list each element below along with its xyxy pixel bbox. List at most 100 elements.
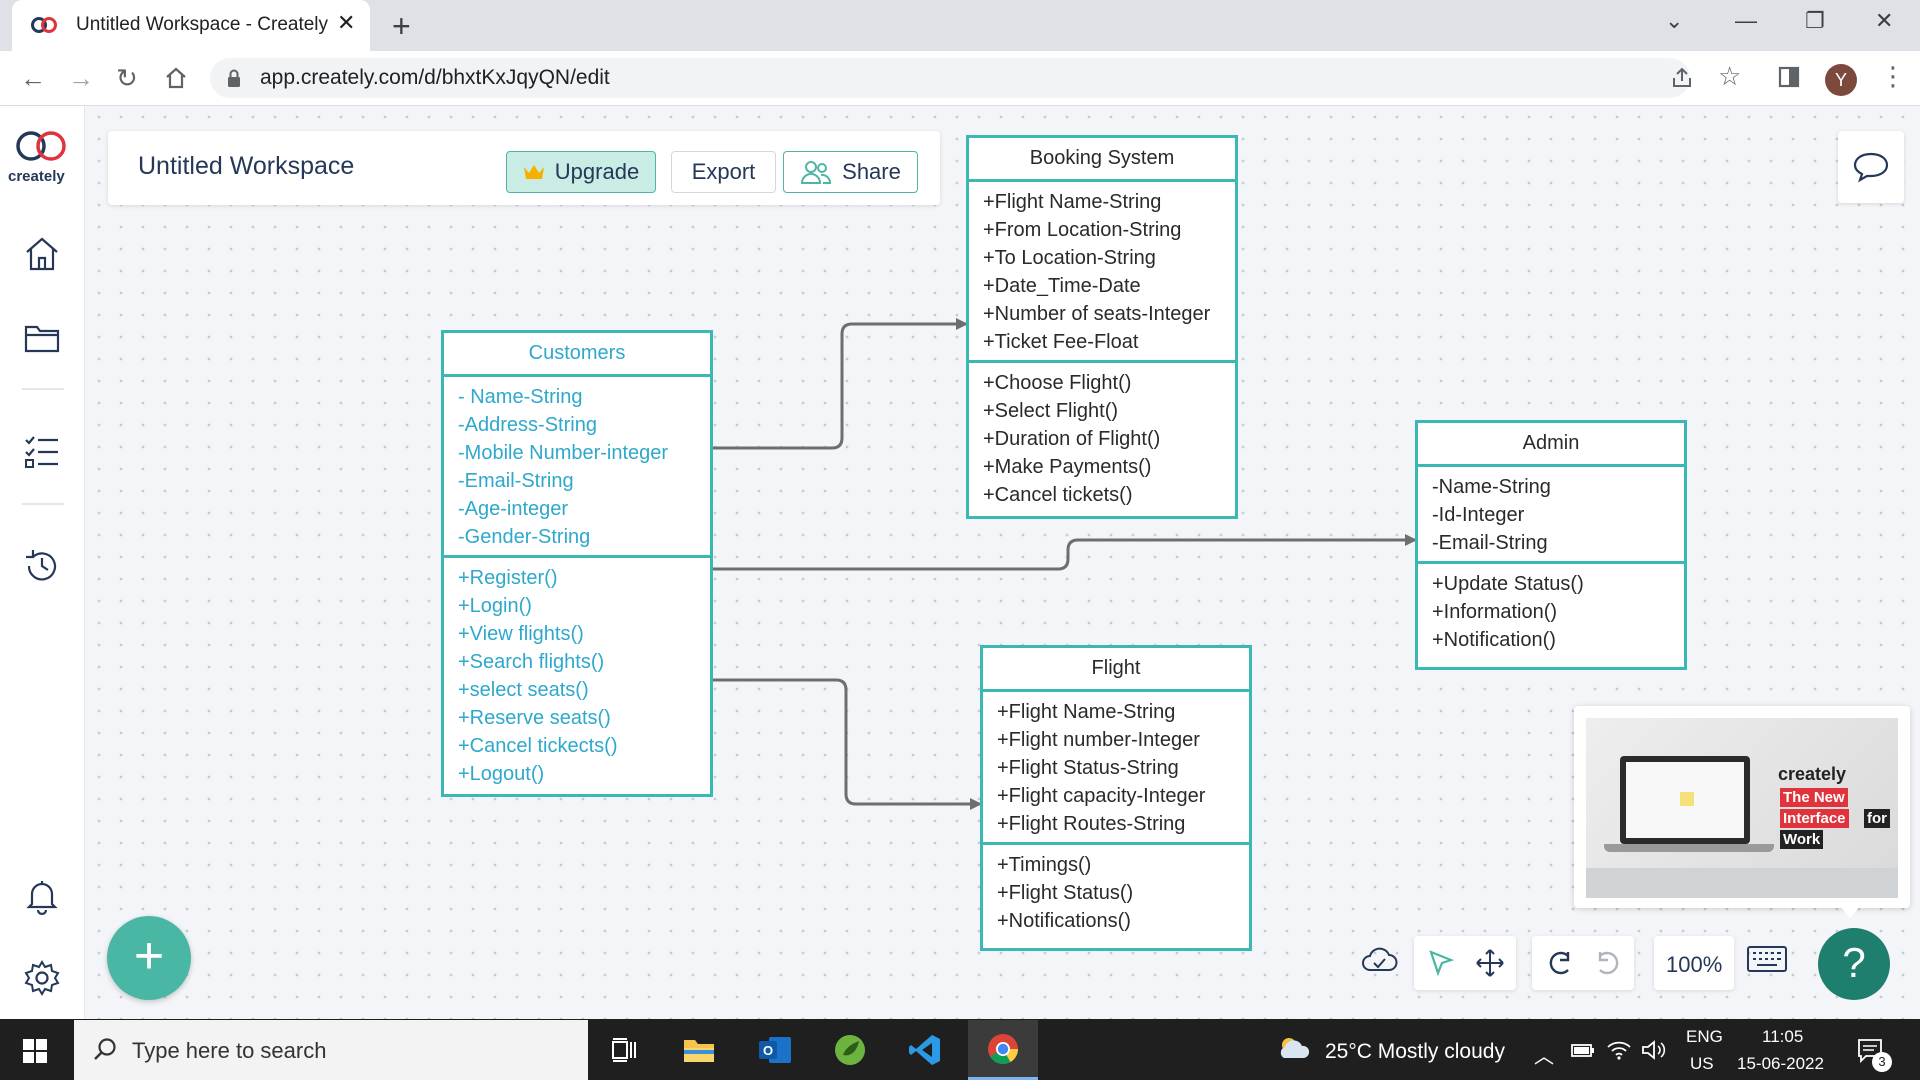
share-page-icon[interactable] [1670,66,1694,90]
search-placeholder: Type here to search [132,1038,327,1063]
attribute-row: +Flight capacity-Integer [997,785,1206,807]
connector-customers-flight [712,678,982,810]
restore-icon[interactable]: ❐ [1805,8,1825,34]
outlook-icon[interactable]: O [745,1020,805,1080]
export-button[interactable]: Export [671,151,776,193]
zoom-control[interactable]: 100% [1654,936,1734,990]
language-bottom[interactable]: US [1690,1054,1714,1074]
vscode-icon[interactable] [895,1020,955,1080]
add-shape-button[interactable]: + [107,916,191,1000]
history-tools [1532,936,1634,990]
tray-chevron-icon[interactable]: ︿ [1534,1040,1554,1069]
clock-time[interactable]: 11:05 [1762,1027,1803,1047]
taskbar-search-box[interactable]: Type here to search [74,1020,588,1080]
uml-class-customers[interactable]: Customers - Name-String -Address-String … [441,330,713,797]
sidebar-divider [22,388,64,390]
attribute-row: +Flight Status-String [997,757,1179,779]
promo-line: Interface [1780,809,1849,828]
attribute-row: -Address-String [458,414,597,436]
weather-cloud-icon[interactable] [1276,1034,1312,1060]
volume-icon[interactable] [1640,1039,1666,1061]
share-button[interactable]: Share [783,151,918,193]
method-row: +Duration of Flight() [983,428,1161,450]
side-panel-icon[interactable] [1778,66,1800,88]
uml-class-flight[interactable]: Flight +Flight Name-String +Flight numbe… [980,645,1252,951]
browser-tab[interactable]: Untitled Workspace - Creately ✕ [12,0,370,51]
notification-bell-icon[interactable] [22,876,62,916]
selection-tools [1414,936,1516,990]
crown-icon [523,165,544,179]
browser-menu-icon[interactable]: ⋮ [1880,61,1906,92]
spring-tool-icon[interactable] [820,1020,880,1080]
forward-icon[interactable]: → [68,63,94,94]
class-name: Booking System [969,138,1235,182]
move-pan-icon[interactable] [1474,947,1506,979]
sidebar-divider [22,503,64,505]
chrome-taskbar-icon[interactable] [968,1020,1038,1080]
new-tab-icon[interactable]: + [392,8,411,45]
attribute-row: +Flight Name-String [997,701,1176,723]
attribute-row: -Gender-String [458,526,591,548]
history-icon[interactable] [22,546,62,586]
users-icon [801,161,832,184]
window-close-icon[interactable]: ✕ [1875,8,1893,34]
undo-icon[interactable] [1546,950,1576,976]
method-row: +Search flights() [458,651,605,673]
back-icon[interactable]: ← [20,63,46,94]
keyboard-shortcuts-icon[interactable] [1746,944,1788,974]
weather-text[interactable]: 25°C Mostly cloudy [1325,1040,1505,1064]
attribute-row: -Mobile Number-integer [458,442,669,464]
method-row: +Make Payments() [983,456,1152,478]
creately-logo-icon[interactable] [9,126,73,166]
attribute-row: +Ticket Fee-Float [983,331,1139,353]
uml-class-booking-system[interactable]: Booking System +Flight Name-String +From… [966,135,1238,519]
file-explorer-icon[interactable] [669,1020,729,1080]
url-text: app.creately.com/d/bhxtKxJqyQN/edit [260,66,610,89]
task-view-icon[interactable] [594,1020,654,1080]
method-row: +Cancel tickets() [983,484,1133,506]
home-icon[interactable] [164,66,188,90]
comments-button[interactable] [1838,131,1904,203]
wifi-icon[interactable] [1606,1039,1632,1061]
method-row: +Logout() [458,763,545,785]
folder-icon[interactable] [22,318,62,358]
address-bar[interactable]: app.creately.com/d/bhxtKxJqyQN/edit [210,58,1690,98]
attribute-row: +Number of seats-Integer [983,303,1211,325]
bookmark-star-icon[interactable]: ☆ [1718,61,1741,92]
method-row: +Notification() [1432,629,1556,651]
windows-start-icon[interactable] [22,1038,48,1064]
promo-card[interactable]: creately The New Interface for Work [1574,706,1910,908]
help-button[interactable]: ? [1818,928,1890,1000]
method-row: +Login() [458,595,532,617]
tab-search-icon[interactable]: ⌄ [1665,8,1683,34]
creately-favicon-icon [31,17,57,33]
battery-icon[interactable] [1570,1041,1596,1059]
clock-date[interactable]: 15-06-2022 [1737,1054,1824,1074]
workspace-title[interactable]: Untitled Workspace [138,152,354,181]
promo-line: The New [1780,788,1848,807]
home-nav-icon[interactable] [22,234,62,274]
method-row: +Cancel tickects() [458,735,618,757]
search-icon [94,1038,116,1060]
task-list-icon[interactable] [22,432,62,472]
redo-icon[interactable] [1592,950,1622,976]
browser-tabstrip: Untitled Workspace - Creately ✕ + ⌄ — ❐ … [0,0,1920,51]
share-label: Share [842,159,901,184]
logo-text: creately [8,168,65,185]
class-name: Flight [983,648,1249,692]
upgrade-button[interactable]: Upgrade [506,151,656,193]
tab-close-icon[interactable]: ✕ [337,10,355,36]
cloud-sync-icon[interactable] [1360,944,1400,984]
minimize-icon[interactable]: — [1735,8,1757,34]
settings-gear-icon[interactable] [22,958,62,998]
connector-customers-admin [712,534,1417,571]
profile-avatar[interactable]: Y [1825,64,1857,96]
method-row: +Reserve seats() [458,707,611,729]
attributes-section: -Name-String -Id-Integer -Email-String [1418,467,1684,561]
reload-icon[interactable]: ↻ [116,63,138,94]
pointer-select-icon[interactable] [1426,948,1456,978]
attributes-section: +Flight Name-String +From Location-Strin… [969,182,1235,360]
uml-class-admin[interactable]: Admin -Name-String -Id-Integer -Email-St… [1415,420,1687,670]
attribute-row: -Id-Integer [1432,504,1525,526]
language-top[interactable]: ENG [1686,1027,1723,1047]
